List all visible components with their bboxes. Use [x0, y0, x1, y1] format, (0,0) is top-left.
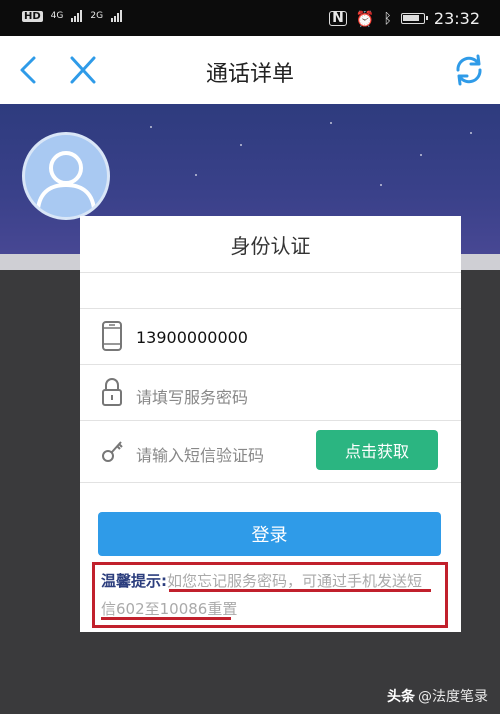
battery-icon: [400, 13, 428, 24]
divider: [80, 364, 461, 365]
network-2g-label: 2G: [90, 11, 104, 21]
tip-line-2: 信602至10086重置: [101, 598, 237, 619]
auth-card: 身份认证 13900000000 请填写服务密码 请输入短信验证码 点击获取 登…: [80, 216, 461, 632]
tip-underline: [169, 589, 431, 592]
bluetooth-icon: ᛒ: [383, 10, 392, 27]
divider: [80, 272, 461, 273]
lock-icon: [102, 378, 122, 406]
phone-icon: [102, 321, 122, 351]
tip-label: 温馨提示:: [101, 572, 167, 590]
card-title: 身份认证: [230, 234, 311, 258]
tip-underline: [101, 617, 231, 620]
divider: [80, 482, 461, 483]
login-button[interactable]: 登录: [98, 512, 441, 556]
user-icon: [36, 151, 96, 210]
tip-line-1: 温馨提示:如您忘记服务密码，可通过手机发送短: [101, 570, 422, 591]
tip-box: 温馨提示:如您忘记服务密码，可通过手机发送短 信602至10086重置: [92, 562, 448, 628]
nfc-icon: N: [329, 11, 347, 26]
nav-bar: 通话详单: [0, 36, 500, 104]
status-bar-left: HD 4G 2G: [22, 10, 123, 22]
key-icon: [102, 441, 123, 462]
watermark: 头条 @法度笔录: [387, 686, 488, 706]
signal-icon: [71, 10, 83, 22]
watermark-author: @法度笔录: [418, 689, 488, 705]
divider: [80, 420, 461, 421]
network-4g-label: 4G: [50, 11, 64, 21]
refresh-button[interactable]: [452, 52, 486, 88]
phone-number-field[interactable]: 13900000000: [136, 328, 248, 347]
get-code-button[interactable]: 点击获取: [316, 430, 438, 470]
status-bar: HD 4G 2G N ⏰ ᛒ 23:32: [0, 0, 500, 36]
signal-icon-2: [111, 10, 123, 22]
divider: [80, 308, 461, 309]
clock: 23:32: [433, 9, 480, 28]
refresh-icon: [456, 54, 482, 86]
watermark-app: 头条: [387, 689, 415, 705]
page-title: 通话详单: [205, 62, 294, 87]
tip-text-1: 如您忘记服务密码，可通过手机发送短: [167, 572, 423, 590]
alarm-icon: ⏰: [355, 9, 375, 28]
sms-code-input[interactable]: 请输入短信验证码: [136, 442, 264, 466]
status-bar-right: N ⏰ ᛒ 23:32: [329, 9, 480, 28]
password-input[interactable]: 请填写服务密码: [136, 384, 248, 408]
hd-badge: HD: [22, 10, 43, 22]
avatar: [22, 132, 110, 220]
tip-text-2: 信602至10086重置: [101, 600, 238, 618]
